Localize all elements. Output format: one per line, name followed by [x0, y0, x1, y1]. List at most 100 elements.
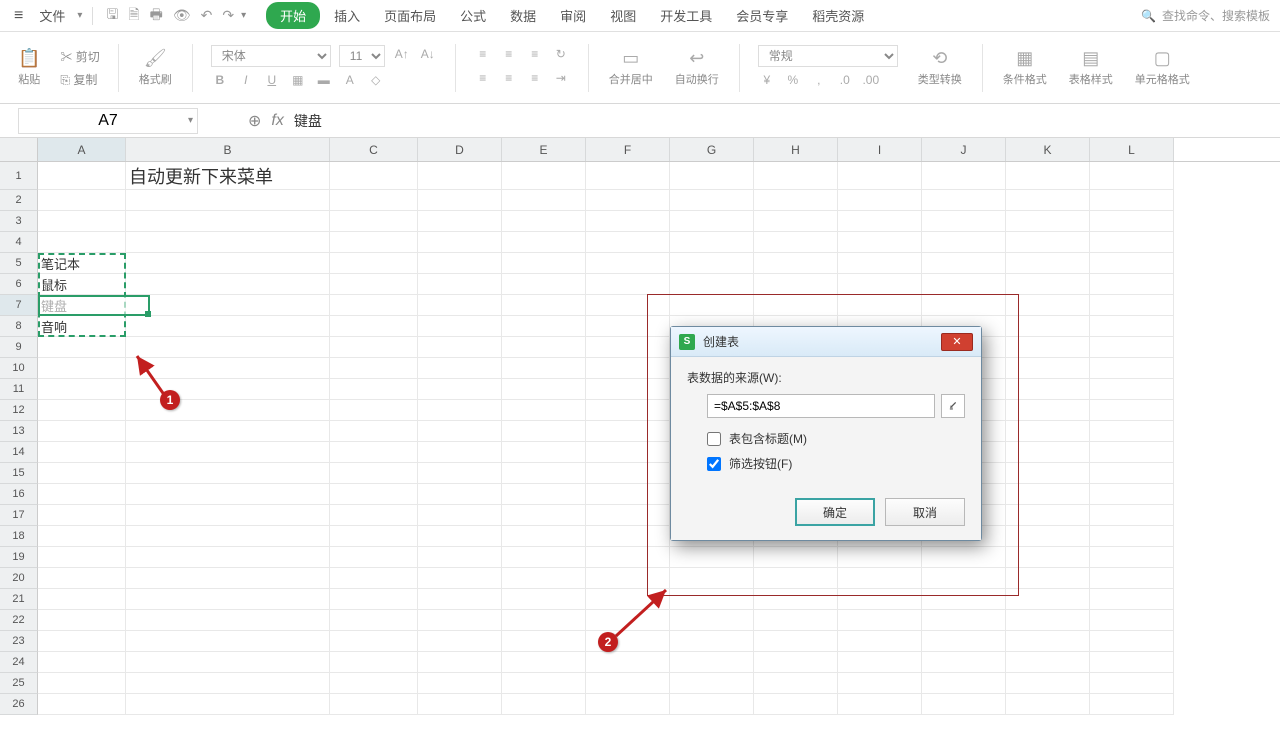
cell[interactable] — [1006, 316, 1090, 337]
fill-color-icon[interactable]: ▬ — [315, 73, 333, 91]
cell[interactable] — [330, 400, 418, 421]
cell[interactable] — [1006, 589, 1090, 610]
cell[interactable] — [418, 463, 502, 484]
col-header-E[interactable]: E — [502, 138, 586, 161]
search-box[interactable]: 🔍 查找命令、搜索模板 — [1141, 7, 1270, 24]
cell[interactable] — [838, 162, 922, 190]
cell[interactable] — [838, 232, 922, 253]
cell[interactable] — [126, 232, 330, 253]
cell[interactable] — [586, 162, 670, 190]
cell[interactable] — [330, 253, 418, 274]
cell[interactable] — [502, 358, 586, 379]
cell[interactable] — [670, 610, 754, 631]
cell[interactable] — [838, 253, 922, 274]
cell[interactable] — [38, 211, 126, 232]
row-header[interactable]: 26 — [0, 694, 38, 715]
cell[interactable] — [330, 337, 418, 358]
cell[interactable] — [502, 337, 586, 358]
cell[interactable] — [922, 211, 1006, 232]
font-color-icon[interactable]: A — [341, 73, 359, 91]
cell[interactable] — [418, 610, 502, 631]
cell[interactable] — [838, 547, 922, 568]
row-header[interactable]: 9 — [0, 337, 38, 358]
cell[interactable] — [38, 463, 126, 484]
cell[interactable] — [502, 379, 586, 400]
cell[interactable] — [502, 547, 586, 568]
font-size-select[interactable]: 11 — [339, 45, 385, 67]
redo-icon[interactable]: ↷ — [219, 4, 237, 27]
cell[interactable] — [330, 379, 418, 400]
table-style-group[interactable]: ▤ 表格样式 — [1063, 48, 1119, 87]
row-header[interactable]: 1 — [0, 162, 38, 190]
cell[interactable] — [38, 694, 126, 715]
col-header-H[interactable]: H — [754, 138, 838, 161]
cell[interactable] — [670, 232, 754, 253]
tab-formula[interactable]: 公式 — [450, 2, 496, 29]
cell[interactable] — [1090, 190, 1174, 211]
cut-button[interactable]: ✂ 剪切 — [60, 48, 99, 65]
cell[interactable] — [838, 190, 922, 211]
cell[interactable] — [126, 274, 330, 295]
cell[interactable] — [502, 295, 586, 316]
cell[interactable] — [754, 631, 838, 652]
dialog-cancel-button[interactable]: 取消 — [885, 498, 965, 526]
cell[interactable] — [126, 547, 330, 568]
cell[interactable] — [838, 673, 922, 694]
cell[interactable] — [502, 316, 586, 337]
cell[interactable] — [38, 673, 126, 694]
cell[interactable] — [126, 589, 330, 610]
cell[interactable] — [38, 610, 126, 631]
cell[interactable] — [1006, 274, 1090, 295]
cell[interactable] — [586, 211, 670, 232]
cell[interactable] — [838, 589, 922, 610]
bold-icon[interactable]: B — [211, 73, 229, 91]
cell[interactable] — [330, 694, 418, 715]
tab-data[interactable]: 数据 — [500, 2, 546, 29]
cell[interactable] — [126, 484, 330, 505]
cell[interactable] — [670, 190, 754, 211]
cell[interactable] — [586, 337, 670, 358]
row-header[interactable]: 13 — [0, 421, 38, 442]
cell[interactable] — [838, 211, 922, 232]
cell[interactable] — [126, 694, 330, 715]
cell[interactable] — [1090, 568, 1174, 589]
font-name-select[interactable]: 宋体 — [211, 45, 331, 67]
cell[interactable] — [1090, 652, 1174, 673]
cell[interactable] — [502, 673, 586, 694]
cell[interactable] — [1006, 568, 1090, 589]
cell[interactable] — [330, 162, 418, 190]
cell[interactable] — [330, 232, 418, 253]
cell[interactable] — [38, 547, 126, 568]
cell[interactable] — [126, 463, 330, 484]
source-range-input[interactable] — [707, 394, 935, 418]
fx-icon[interactable]: fx — [271, 112, 283, 130]
cell[interactable] — [418, 442, 502, 463]
cell[interactable] — [502, 162, 586, 190]
cell[interactable] — [922, 547, 1006, 568]
col-header-F[interactable]: F — [586, 138, 670, 161]
cell[interactable] — [330, 421, 418, 442]
row-header[interactable]: 23 — [0, 631, 38, 652]
row-header[interactable]: 14 — [0, 442, 38, 463]
cell[interactable] — [126, 211, 330, 232]
cell[interactable] — [670, 274, 754, 295]
cell[interactable] — [586, 295, 670, 316]
decrease-font-icon[interactable]: A↓ — [419, 47, 437, 65]
cell[interactable] — [1090, 589, 1174, 610]
cell[interactable] — [586, 694, 670, 715]
cell[interactable] — [838, 631, 922, 652]
col-header-I[interactable]: I — [838, 138, 922, 161]
cell[interactable] — [754, 232, 838, 253]
row-header[interactable]: 20 — [0, 568, 38, 589]
qa-caret[interactable]: ▾ — [241, 10, 246, 21]
cell[interactable] — [38, 400, 126, 421]
undo-icon[interactable]: ↶ — [198, 4, 216, 27]
cell[interactable] — [126, 610, 330, 631]
cell[interactable] — [418, 421, 502, 442]
underline-icon[interactable]: U — [263, 73, 281, 91]
cell[interactable] — [586, 232, 670, 253]
cell[interactable] — [1006, 442, 1090, 463]
cell[interactable] — [754, 295, 838, 316]
cell[interactable] — [330, 610, 418, 631]
cell[interactable] — [330, 463, 418, 484]
